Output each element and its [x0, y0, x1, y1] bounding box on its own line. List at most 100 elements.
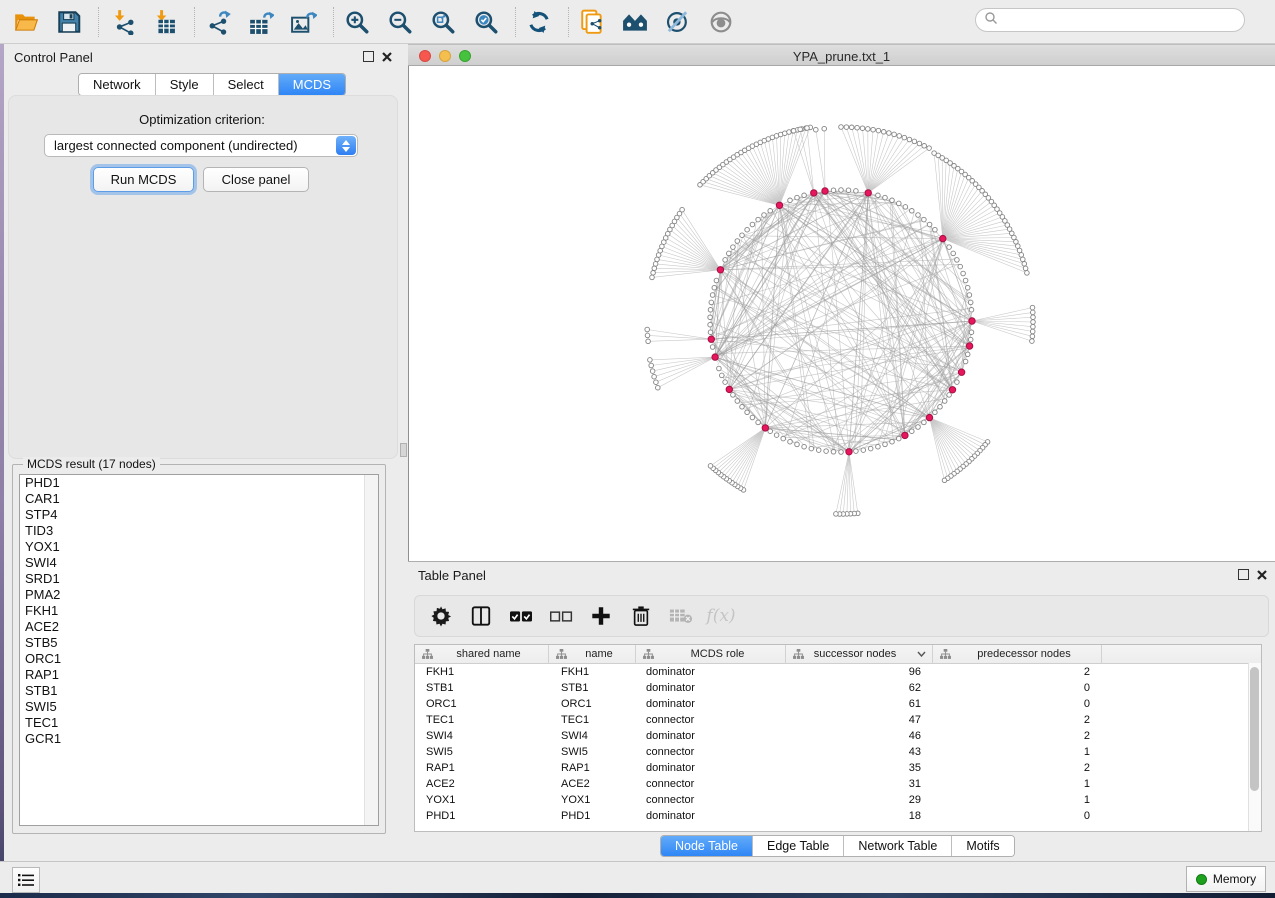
- splitter-handle[interactable]: [400, 443, 407, 457]
- graph-node[interactable]: [795, 195, 800, 200]
- graph-leaf-node[interactable]: [892, 132, 897, 137]
- graph-leaf-node[interactable]: [805, 126, 810, 131]
- first-neighbors-icon[interactable]: [621, 8, 648, 35]
- graph-hub-node[interactable]: [712, 354, 718, 360]
- graph-node[interactable]: [903, 205, 908, 210]
- table-row[interactable]: STB1STB1dominator620: [415, 680, 1261, 696]
- graph-leaf-node[interactable]: [834, 512, 839, 517]
- table-row[interactable]: ORC1ORC1dominator610: [415, 696, 1261, 712]
- graph-hub-node[interactable]: [958, 369, 964, 375]
- graph-leaf-node[interactable]: [1031, 320, 1036, 325]
- graph-leaf-node[interactable]: [708, 464, 713, 469]
- graph-hub-node[interactable]: [940, 235, 946, 241]
- task-history-button[interactable]: [12, 867, 40, 893]
- mcds-result-list[interactable]: PHD1CAR1STP4TID3YOX1SWI4SRD1PMA2FKH1ACE2…: [19, 474, 379, 826]
- graph-node[interactable]: [947, 393, 952, 398]
- table-row[interactable]: FKH1FKH1dominator962: [415, 664, 1261, 680]
- graph-leaf-node[interactable]: [866, 127, 871, 132]
- deselect-all-icon[interactable]: [549, 604, 573, 628]
- graph-leaf-node[interactable]: [652, 266, 657, 271]
- graph-leaf-node[interactable]: [1022, 262, 1027, 267]
- column-header-shared-name[interactable]: shared name: [415, 645, 549, 663]
- graph-node[interactable]: [781, 436, 786, 441]
- graph-node[interactable]: [947, 245, 952, 250]
- graph-node[interactable]: [951, 251, 956, 256]
- search-input[interactable]: [975, 8, 1245, 32]
- graph-leaf-node[interactable]: [1019, 253, 1024, 258]
- graph-leaf-node[interactable]: [922, 144, 927, 149]
- graph-node[interactable]: [708, 308, 713, 313]
- graph-node[interactable]: [709, 300, 714, 305]
- graph-hub-node[interactable]: [969, 318, 975, 324]
- mcds-result-item[interactable]: PMA2: [20, 587, 378, 603]
- graph-leaf-node[interactable]: [1030, 329, 1035, 334]
- graph-leaf-node[interactable]: [942, 478, 947, 483]
- table-scrollbar-thumb[interactable]: [1250, 667, 1259, 791]
- graph-node[interactable]: [890, 198, 895, 203]
- column-header-MCDS-role[interactable]: MCDS role: [636, 645, 786, 663]
- table-row[interactable]: TEC1TEC1connector472: [415, 712, 1261, 728]
- graph-leaf-node[interactable]: [645, 333, 650, 338]
- graph-leaf-node[interactable]: [650, 369, 655, 374]
- float-panel-icon[interactable]: [363, 51, 374, 62]
- graph-node[interactable]: [854, 189, 859, 194]
- graph-leaf-node[interactable]: [680, 207, 685, 212]
- run-mcds-button[interactable]: Run MCDS: [93, 167, 194, 192]
- graph-node[interactable]: [927, 222, 932, 227]
- graph-leaf-node[interactable]: [849, 125, 854, 130]
- graph-node[interactable]: [735, 239, 740, 244]
- graph-leaf-node[interactable]: [650, 275, 655, 280]
- graph-hub-node[interactable]: [762, 425, 768, 431]
- graph-node[interactable]: [897, 436, 902, 441]
- mcds-result-item[interactable]: STB1: [20, 683, 378, 699]
- mcds-result-item[interactable]: GCR1: [20, 731, 378, 747]
- mcds-result-item[interactable]: ACE2: [20, 619, 378, 635]
- graph-leaf-node[interactable]: [822, 126, 827, 131]
- graph-leaf-node[interactable]: [844, 125, 849, 130]
- graph-leaf-node[interactable]: [645, 327, 650, 332]
- graph-leaf-node[interactable]: [798, 127, 803, 132]
- graph-node[interactable]: [839, 450, 844, 455]
- graph-node[interactable]: [788, 439, 793, 444]
- graph-node[interactable]: [720, 373, 725, 378]
- graph-node[interactable]: [802, 193, 807, 198]
- graph-node[interactable]: [958, 264, 963, 269]
- zoom-selected-icon[interactable]: [472, 8, 499, 35]
- graph-leaf-node[interactable]: [654, 380, 659, 385]
- graph-node[interactable]: [723, 258, 728, 263]
- mcds-result-item[interactable]: STB5: [20, 635, 378, 651]
- close-table-panel-icon[interactable]: [1257, 570, 1267, 580]
- tab-network-table[interactable]: Network Table: [844, 836, 952, 856]
- import-network-icon[interactable]: [108, 8, 135, 35]
- graph-leaf-node[interactable]: [855, 125, 860, 130]
- graph-node[interactable]: [745, 227, 750, 232]
- mcds-result-item[interactable]: YOX1: [20, 539, 378, 555]
- graph-node[interactable]: [933, 227, 938, 232]
- network-canvas[interactable]: [408, 66, 1275, 561]
- column-header-successor-nodes[interactable]: successor nodes: [786, 645, 933, 663]
- graph-node[interactable]: [876, 444, 881, 449]
- export-network-icon[interactable]: [204, 8, 231, 35]
- graph-node[interactable]: [890, 439, 895, 444]
- graph-hub-node[interactable]: [846, 449, 852, 455]
- graph-node[interactable]: [963, 278, 968, 283]
- graph-node[interactable]: [831, 450, 836, 455]
- graph-node[interactable]: [731, 393, 736, 398]
- graph-node[interactable]: [846, 188, 851, 193]
- graph-leaf-node[interactable]: [648, 358, 653, 363]
- graph-node[interactable]: [967, 293, 972, 298]
- open-folder-icon[interactable]: [12, 8, 39, 35]
- graph-node[interactable]: [916, 213, 921, 218]
- close-panel-icon[interactable]: [382, 52, 392, 62]
- graph-leaf-node[interactable]: [1031, 315, 1036, 320]
- graph-node[interactable]: [727, 251, 732, 256]
- table-row[interactable]: PHD1PHD1dominator180: [415, 808, 1261, 824]
- graph-leaf-node[interactable]: [860, 126, 865, 131]
- mcds-result-item[interactable]: CAR1: [20, 491, 378, 507]
- table-row[interactable]: SWI5SWI5connector431: [415, 744, 1261, 760]
- graph-leaf-node[interactable]: [656, 385, 661, 390]
- mcds-result-item[interactable]: STP4: [20, 507, 378, 523]
- graph-node[interactable]: [965, 285, 970, 290]
- graph-leaf-node[interactable]: [1021, 257, 1026, 262]
- tab-mcds[interactable]: MCDS: [279, 74, 345, 95]
